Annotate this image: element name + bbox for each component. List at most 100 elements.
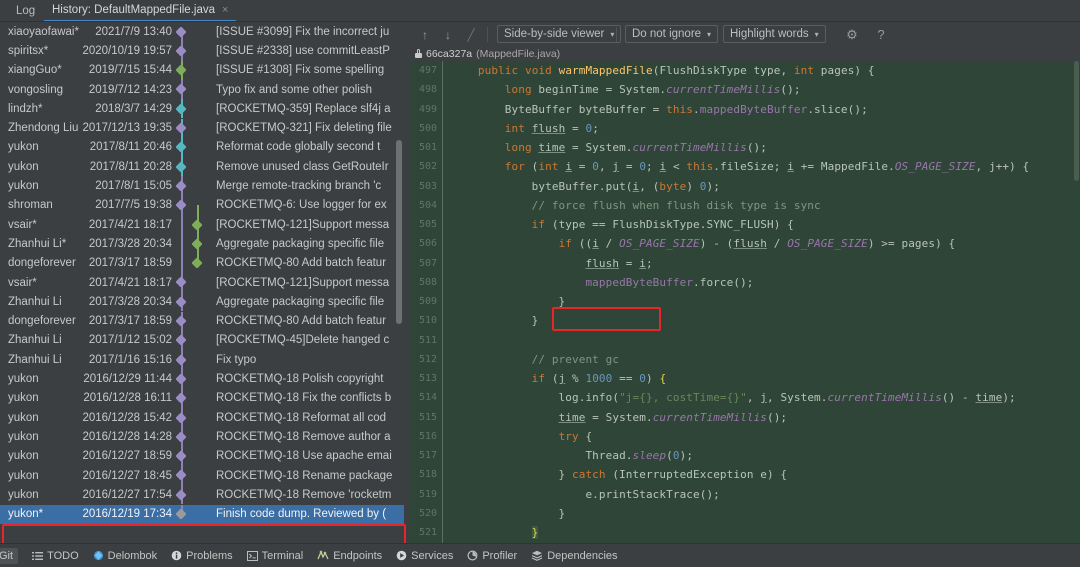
code-line[interactable]: mappedByteBuffer.force();	[451, 276, 754, 289]
commit-row[interactable]: yukon 2016/12/29 11:44 ROCKETMQ-18 Polish …	[0, 369, 404, 389]
status-item-profiler[interactable]: Profiler	[467, 550, 517, 562]
commit-message: Remove unused class GetRouteIr	[216, 160, 389, 173]
commit-node-icon	[175, 180, 187, 192]
commit-row[interactable]: yukon 2016/12/28 16:11 ROCKETMQ-18 Fix the…	[0, 388, 404, 408]
code-line[interactable]: time = System.currentTimeMillis();	[451, 411, 787, 424]
line-number: 502	[418, 161, 437, 173]
line-number: 511	[418, 334, 437, 346]
terminal-icon	[246, 550, 258, 561]
commit-row[interactable]: vsair* 2017/4/21 18:17 [ROCKETMQ-121]Suppo…	[0, 272, 404, 293]
commit-row[interactable]: Zhanhui Li* 2017/3/28 20:34 Aggregate pack…	[0, 234, 404, 254]
commit-node-icon	[191, 218, 203, 231]
code-line[interactable]: long beginTime = System.currentTimeMilli…	[451, 83, 801, 96]
revision-filename: (MappedFile.java)	[476, 47, 561, 60]
previous-difference-icon[interactable]: ↑	[417, 26, 433, 43]
code-line[interactable]: // force flush when flush disk type is s…	[451, 199, 821, 212]
commit-graph-cell	[176, 234, 216, 254]
commit-row[interactable]: Zhendong Liu 2017/12/13 19:35 [ROCKETMQ-32…	[0, 118, 404, 138]
commit-row[interactable]: yukon 2017/8/1 15:05 Merge remote-tracking…	[0, 176, 404, 196]
commit-row[interactable]: yukon 2016/12/27 18:59 ROCKETMQ-18 Use apa…	[0, 446, 404, 466]
status-item-endpoints[interactable]: Endpoints	[317, 550, 382, 562]
commit-list-scrollbar[interactable]	[396, 140, 402, 324]
status-item-dependencies[interactable]: Dependencies	[531, 550, 618, 562]
code-line[interactable]: }	[451, 526, 539, 539]
commit-row[interactable]: yukon 2016/12/27 17:54 ROCKETMQ-18 Remove …	[0, 485, 404, 505]
commit-row[interactable]: yukon 2017/8/11 20:46 Reformat code global…	[0, 137, 404, 158]
gear-icon[interactable]: ⚙	[843, 26, 861, 43]
code-line[interactable]: e.printStackTrace();	[451, 488, 720, 501]
code-line[interactable]: log.info("j={}, costTime={}", j, System.…	[451, 391, 1016, 404]
code-line[interactable]: if (j % 1000 == 0) {	[451, 372, 666, 385]
code-line[interactable]: public void warmMappedFile(FlushDiskType…	[451, 64, 875, 77]
idea-git-history-window: Log History: DefaultMappedFile.java × xi…	[0, 0, 1080, 567]
commit-row[interactable]: xiaoyaofawai* 2021/7/9 13:40 [ISSUE #3099]…	[0, 22, 404, 42]
commit-row[interactable]: yukon* 2016/12/19 17:34 Finish code dump. …	[0, 504, 404, 524]
profiler-icon	[467, 550, 478, 561]
status-item-problems[interactable]: Problems	[171, 549, 233, 562]
code-line[interactable]: try {	[451, 430, 593, 443]
code-line[interactable]: int flush = 0;	[451, 122, 599, 135]
code-line[interactable]: flush = i;	[451, 257, 653, 270]
code-scrollbar[interactable]	[1074, 61, 1079, 181]
commit-row[interactable]: vsair* 2017/4/21 18:17 [ROCKETMQ-121]Suppo…	[0, 215, 404, 235]
commit-row[interactable]: Zhanhui Li 2017/1/12 15:02 [ROCKETMQ-45]De…	[0, 330, 404, 351]
commit-row[interactable]: yukon 2017/8/11 20:28 Remove unused class …	[0, 157, 404, 177]
commit-message: Typo fix and some other polish	[216, 83, 372, 96]
commit-row[interactable]: vongosling 2019/7/12 14:23 Typo fix and so…	[0, 79, 404, 100]
code-line[interactable]: for (int i = 0, j = 0; i < this.fileSize…	[451, 160, 1029, 173]
commit-row[interactable]: Zhanhui Li 2017/1/16 15:16 Fix typo	[0, 350, 404, 370]
code-line[interactable]: }	[451, 507, 566, 520]
viewer-mode-dropdown[interactable]: Side-by-side viewer ▾	[497, 25, 622, 43]
todo-list-icon	[32, 551, 44, 561]
next-difference-icon[interactable]: ↓	[440, 26, 456, 43]
help-icon[interactable]: ?	[873, 26, 889, 43]
tool-window-tabbar: Log History: DefaultMappedFile.java ×	[0, 0, 1080, 22]
commit-row[interactable]: xiangGuo* 2019/7/15 15:44 [ISSUE #1308] Fi…	[0, 60, 404, 80]
tab-log[interactable]: Log	[8, 0, 43, 22]
commit-history-list[interactable]: xiaoyaofawai* 2021/7/9 13:40 [ISSUE #3099]…	[0, 22, 404, 543]
code-line[interactable]: // prevent gc	[451, 353, 619, 366]
tab-history[interactable]: History: DefaultMappedFile.java ×	[44, 0, 237, 22]
code-line[interactable]: if (type == FlushDiskType.SYNC_FLUSH) {	[451, 218, 794, 231]
commit-row[interactable]: dongeforever 2017/3/17 18:59 ROCKETMQ-80 A…	[0, 253, 404, 273]
status-item-todo[interactable]: TODO	[32, 550, 79, 562]
ignore-mode-dropdown[interactable]: Do not ignore ▾	[625, 25, 719, 43]
close-icon[interactable]: ×	[222, 4, 228, 16]
commit-graph-cell	[175, 176, 216, 196]
status-item-delombok[interactable]: Delombok	[93, 550, 157, 562]
commit-node-icon	[175, 296, 187, 308]
commit-row[interactable]: Zhanhui Li 2017/3/28 20:34 Aggregate packa…	[0, 292, 404, 312]
commit-row[interactable]: lindzh* 2018/3/7 14:29 [ROCKETMQ-359] Repl…	[0, 99, 404, 119]
status-item-terminal[interactable]: Terminal	[246, 550, 303, 562]
commit-message: Aggregate packaging specific file	[216, 237, 385, 250]
commit-date: 2016/12/28 15:42	[82, 411, 172, 424]
commit-graph-cell	[175, 41, 216, 61]
commit-row[interactable]: shroman 2017/7/5 19:38 ROCKETMQ-6: Use log…	[0, 195, 404, 215]
commit-row[interactable]: yukon 2016/12/27 18:45 ROCKETMQ-18 Rename …	[0, 465, 404, 486]
code-line[interactable]: }	[451, 295, 566, 308]
edit-source-icon[interactable]: ╱	[463, 26, 479, 43]
commit-row[interactable]: yukon 2016/12/28 14:28 ROCKETMQ-18 Remove …	[0, 427, 404, 447]
commit-node-icon	[175, 45, 187, 57]
commit-graph-cell	[175, 465, 216, 486]
commit-row[interactable]: dongeforever 2017/3/17 18:59 ROCKETMQ-80 A…	[0, 311, 404, 331]
code-line[interactable]: }	[451, 314, 539, 327]
code-line[interactable]: Thread.sleep(0);	[451, 449, 693, 462]
code-line[interactable]: if ((i / OS_PAGE_SIZE) - (flush / OS_PAG…	[451, 237, 956, 250]
commit-node-icon	[191, 257, 203, 269]
highlight-mode-dropdown[interactable]: Highlight words ▾	[723, 25, 826, 43]
code-line[interactable]: byteBuffer.put(i, (byte) 0);	[451, 180, 720, 193]
code-line[interactable]: } catch (InterruptedException e) {	[451, 468, 788, 481]
status-item-git[interactable]: Git	[0, 547, 19, 564]
code-line[interactable]: long time = System.currentTimeMillis();	[451, 141, 767, 154]
commit-message: [ISSUE #2338] use commitLeastP	[216, 44, 390, 57]
code-line[interactable]: ByteBuffer byteBuffer = this.mappedByteB…	[451, 103, 868, 116]
commit-row[interactable]: spiritsx* 2020/10/19 19:57 [ISSUE #2338] u…	[0, 41, 404, 61]
commit-row[interactable]: yukon 2016/12/28 15:42 ROCKETMQ-18 Reforma…	[0, 408, 404, 428]
line-number: 497	[418, 65, 437, 76]
diff-code-viewer[interactable]: 497 public void warmMappedFile(FlushDisk…	[409, 61, 1080, 543]
status-item-services[interactable]: Services	[396, 550, 453, 562]
status-item-label: Problems	[186, 549, 233, 562]
tab-history-label: History: DefaultMappedFile.java	[52, 4, 215, 16]
commit-message: Aggregate packaging specific file	[216, 295, 385, 308]
